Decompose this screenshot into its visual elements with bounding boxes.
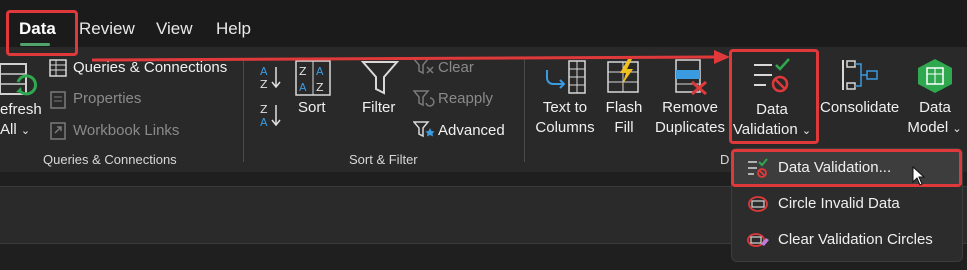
properties-button[interactable]: Properties <box>73 89 141 109</box>
clear-validation-circles-icon <box>747 230 769 255</box>
queries-connections-icon <box>48 58 68 83</box>
flash-fill-line2[interactable]: Fill <box>600 118 648 138</box>
advanced-button[interactable]: Advanced <box>438 121 505 141</box>
data-model-line2-text: Model <box>907 119 949 136</box>
svg-text:A: A <box>299 81 307 94</box>
reapply-icon <box>412 89 435 114</box>
svg-text:Z: Z <box>316 81 324 94</box>
consolidate-button[interactable]: Consolidate <box>820 98 899 118</box>
circle-invalid-icon <box>747 194 769 219</box>
group-title-sort-filter: Sort & Filter <box>349 152 418 167</box>
svg-text:Z: Z <box>260 78 268 90</box>
remove-duplicates-line1[interactable]: Remove <box>652 98 728 118</box>
consolidate-icon[interactable] <box>841 58 879 97</box>
tab-review[interactable]: Review <box>79 19 135 39</box>
svg-text:A: A <box>260 116 268 128</box>
group-title-data-tools: D <box>720 152 730 167</box>
group-title-queries: Queries & Connections <box>43 152 177 167</box>
tab-help[interactable]: Help <box>216 19 251 39</box>
properties-icon <box>48 90 68 115</box>
reapply-button[interactable]: Reapply <box>438 89 493 109</box>
data-tab-highlight <box>6 10 78 56</box>
chevron-down-icon: ⌄ <box>952 123 962 135</box>
workbook-links-button[interactable]: Workbook Links <box>73 121 179 141</box>
text-to-columns-line1[interactable]: Text to <box>533 98 597 118</box>
menu-item-clear-validation-circles-label: Clear Validation Circles <box>778 231 933 248</box>
svg-text:Z: Z <box>260 103 268 116</box>
tab-view[interactable]: View <box>156 19 193 39</box>
group-separator <box>524 58 525 162</box>
menu-item-circle-invalid-data[interactable]: Circle Invalid Data <box>732 187 962 221</box>
data-model-line1[interactable]: Data <box>908 98 962 118</box>
sort-button[interactable]: Sort <box>298 98 326 118</box>
arrow-annotation <box>92 50 730 64</box>
data-model-line2[interactable]: Model ⌄ <box>902 118 967 139</box>
filter-button[interactable]: Filter <box>362 98 395 118</box>
group-separator <box>243 58 244 162</box>
menu-item-circle-invalid-data-label: Circle Invalid Data <box>778 195 900 212</box>
text-to-columns-line2[interactable]: Columns <box>533 118 597 138</box>
workbook-links-icon <box>48 121 68 146</box>
data-validation-highlight <box>729 49 819 144</box>
menu-item-highlight <box>731 149 962 187</box>
refresh-all-label-line1[interactable]: efresh <box>0 100 42 120</box>
menu-item-clear-validation-circles[interactable]: Clear Validation Circles <box>732 223 962 257</box>
mouse-cursor-icon <box>912 166 926 186</box>
sort-z-to-a-icon[interactable]: Z A <box>259 102 283 133</box>
remove-duplicates-line2[interactable]: Duplicates <box>652 118 728 138</box>
refresh-all-label-line2[interactable]: All ⌄ <box>0 120 30 141</box>
chevron-down-icon: ⌄ <box>20 125 31 137</box>
refresh-all-label-text: All <box>0 121 17 138</box>
flash-fill-line1[interactable]: Flash <box>600 98 648 118</box>
data-model-icon[interactable] <box>915 58 955 99</box>
advanced-filter-icon <box>412 120 435 145</box>
